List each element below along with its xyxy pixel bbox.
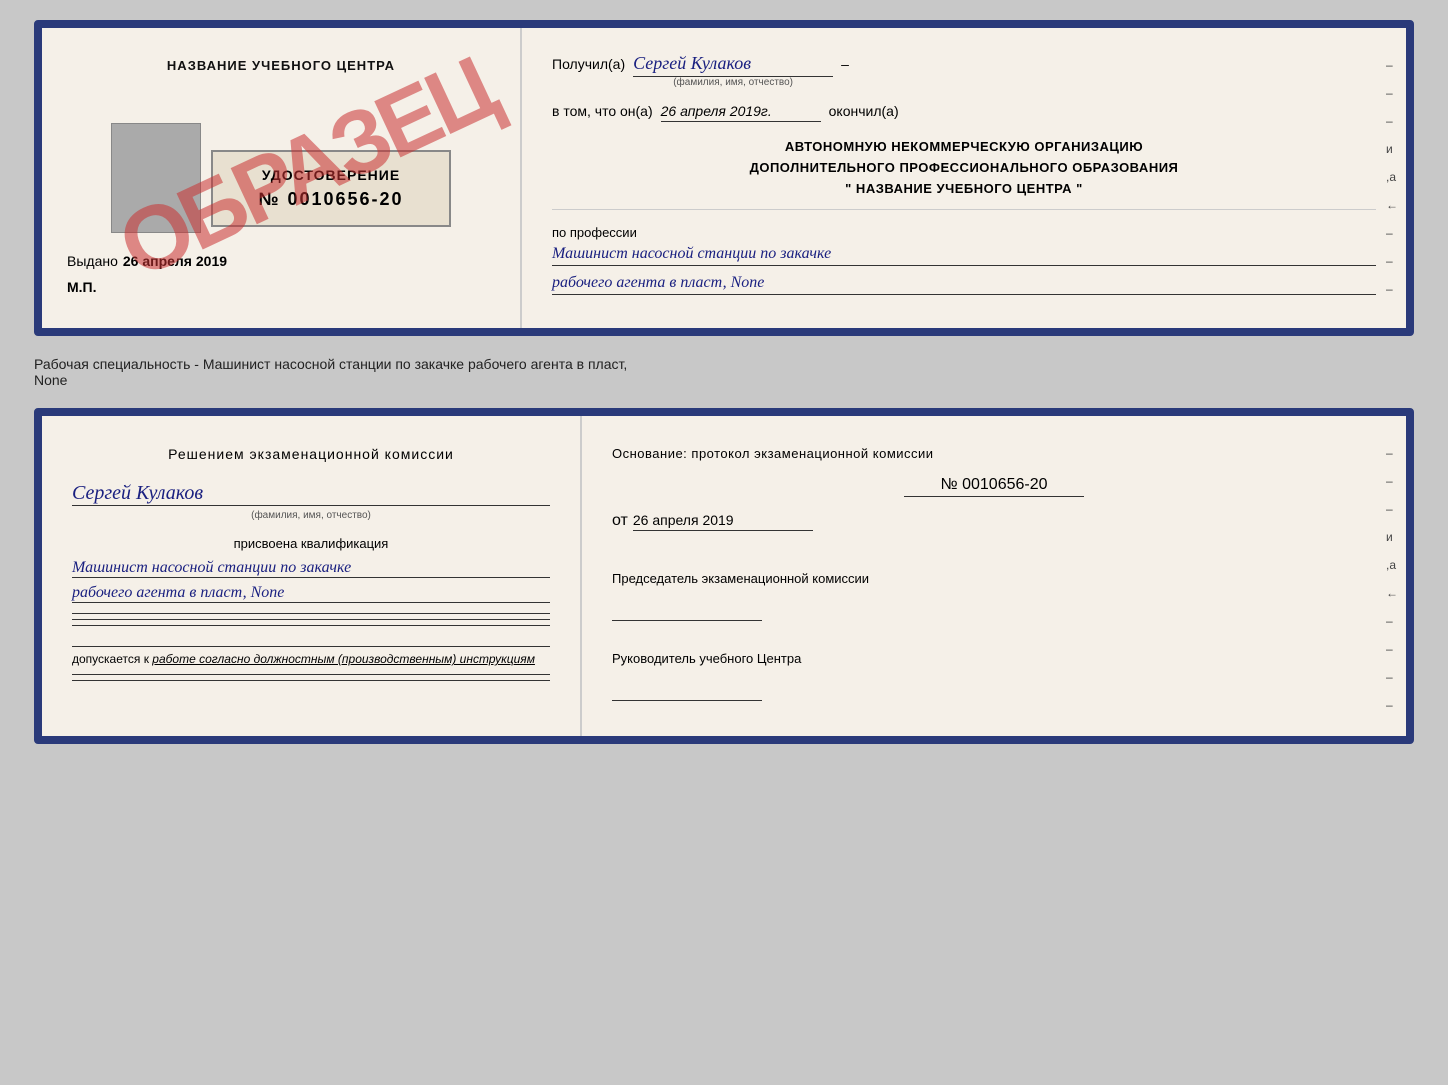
prisvoyena-label: присвоена квалификация bbox=[72, 536, 550, 551]
prof-value-1: Машинист насосной станции по закачке bbox=[552, 245, 1376, 266]
blank-line-3 bbox=[72, 625, 550, 626]
photo-placeholder bbox=[111, 123, 201, 233]
certificate-card-1: НАЗВАНИЕ УЧЕБНОГО ЦЕНТРА ОБРАЗЕЦ УДОСТОВ… bbox=[34, 20, 1414, 336]
qualif-line2: рабочего агента в пласт, None bbox=[72, 584, 550, 603]
training-center-title: НАЗВАНИЕ УЧЕБНОГО ЦЕНТРА bbox=[67, 58, 495, 73]
ot-label: от bbox=[612, 512, 628, 530]
qualif-line1: Машинист насосной станции по закачке bbox=[72, 559, 550, 578]
vydano-line: Выдано 26 апреля 2019 bbox=[67, 253, 495, 269]
vtom-label: в том, что он(а) bbox=[552, 103, 653, 119]
ot-date-line: от 26 апреля 2019 bbox=[612, 512, 1376, 551]
reshenie-title: Решением экзаменационной комиссии bbox=[72, 446, 550, 462]
dopusk-label: допускается к bbox=[72, 652, 149, 666]
predsedatel-sign-line bbox=[612, 601, 762, 621]
dopusk-value: работе согласно должностным (производств… bbox=[152, 652, 535, 666]
card2-fio-hint: (фамилия, имя, отчество) bbox=[72, 510, 550, 521]
blank-line-5 bbox=[72, 680, 550, 681]
poluchil-label: Получил(а) bbox=[552, 56, 625, 72]
blank-line-4 bbox=[72, 674, 550, 675]
card1-left-panel: НАЗВАНИЕ УЧЕБНОГО ЦЕНТРА ОБРАЗЕЦ УДОСТОВ… bbox=[42, 28, 522, 328]
udost-number: № 0010656-20 bbox=[223, 189, 439, 210]
org-line3: " НАЗВАНИЕ УЧЕБНОГО ЦЕНТРА " bbox=[552, 179, 1376, 200]
udost-block: УДОСТОВЕРЕНИЕ № 0010656-20 bbox=[211, 150, 451, 227]
vtom-line: в том, что он(а) 26 апреля 2019г. окончи… bbox=[552, 103, 1376, 122]
okonchil-label: окончил(а) bbox=[829, 103, 899, 119]
card1-right-panel: Получил(а) Сергей Кулаков (фамилия, имя,… bbox=[522, 28, 1406, 328]
description-area: Рабочая специальность - Машинист насосно… bbox=[34, 356, 1414, 388]
org-line2: ДОПОЛНИТЕЛЬНОГО ПРОФЕССИОНАЛЬНОГО ОБРАЗО… bbox=[552, 158, 1376, 179]
fio-hint: (фамилия, имя, отчество) bbox=[633, 77, 833, 88]
description-line2: None bbox=[34, 372, 67, 388]
protokol-number: № 0010656-20 bbox=[904, 476, 1084, 497]
rukovod-sign-line bbox=[612, 681, 762, 701]
certificate-card-2: Решением экзаменационной комиссии Сергей… bbox=[34, 408, 1414, 744]
udost-label: УДОСТОВЕРЕНИЕ bbox=[223, 167, 439, 183]
dash-symbol: – bbox=[841, 56, 849, 72]
card2-side-dashes: – – – и ,а ← – – – – bbox=[1386, 446, 1398, 712]
dopuskaetsya-block: допускается к работе согласно должностны… bbox=[72, 646, 550, 666]
cursive-name: Сергей Кулаков bbox=[72, 482, 550, 506]
side-dashes-right: – – – и ,а ← – – – bbox=[1386, 58, 1398, 296]
card2-left-panel: Решением экзаменационной комиссии Сергей… bbox=[42, 416, 582, 736]
vydano-date: 26 апреля 2019 bbox=[123, 253, 227, 269]
osnov-title: Основание: протокол экзаменационной коми… bbox=[612, 446, 1376, 461]
predsedatel-label: Председатель экзаменационной комиссии bbox=[612, 571, 1376, 621]
rukovod-label: Руководитель учебного Центра bbox=[612, 651, 1376, 701]
vydano-label: Выдано bbox=[67, 253, 118, 269]
protokol-number-block: № 0010656-20 bbox=[612, 476, 1376, 502]
org-line1: АВТОНОМНУЮ НЕКОММЕРЧЕСКУЮ ОРГАНИЗАЦИЮ bbox=[552, 137, 1376, 158]
blank-line-1 bbox=[72, 613, 550, 614]
org-block: АВТОНОМНУЮ НЕКОММЕРЧЕСКУЮ ОРГАНИЗАЦИЮ ДО… bbox=[552, 137, 1376, 210]
poluchil-line: Получил(а) Сергей Кулаков (фамилия, имя,… bbox=[552, 53, 1376, 88]
prof-value-2: рабочего агента в пласт, None bbox=[552, 274, 1376, 295]
watermark-area: ОБРАЗЕЦ УДОСТОВЕРЕНИЕ № 0010656-20 bbox=[67, 93, 495, 233]
description-line1: Рабочая специальность - Машинист насосно… bbox=[34, 356, 627, 372]
prof-label: по профессии bbox=[552, 225, 1376, 240]
vtom-date: 26 апреля 2019г. bbox=[661, 103, 821, 122]
card2-right-panel: Основание: протокол экзаменационной коми… bbox=[582, 416, 1406, 736]
blank-line-2 bbox=[72, 619, 550, 620]
mp-label: М.П. bbox=[67, 279, 495, 295]
poluchil-name: Сергей Кулаков bbox=[633, 53, 833, 77]
ot-date: 26 апреля 2019 bbox=[633, 512, 813, 531]
